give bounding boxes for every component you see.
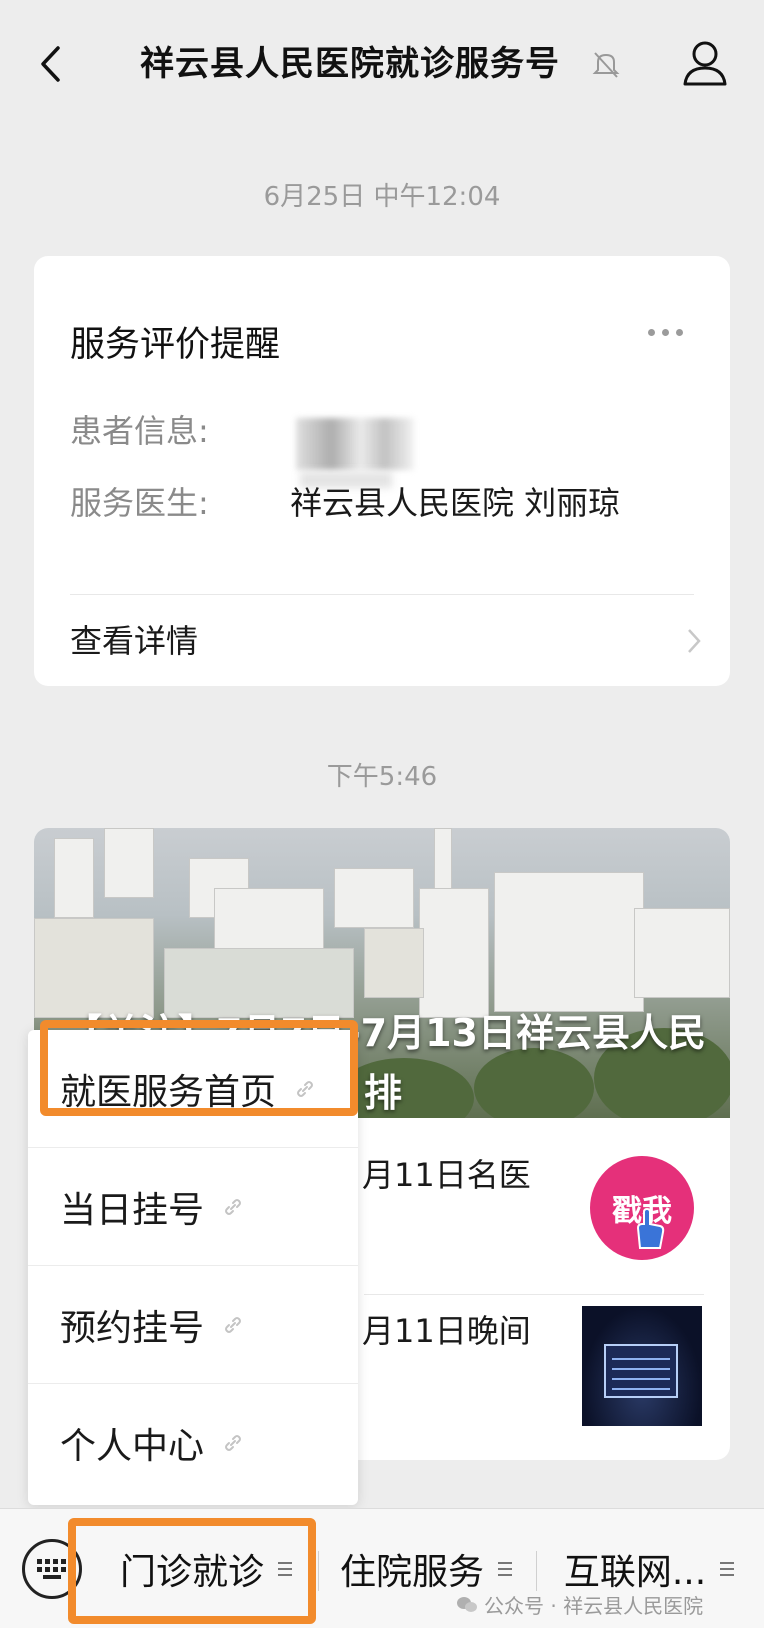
mute-bell-icon xyxy=(592,52,620,78)
menu-item-label: 个人中心 xyxy=(60,1426,205,1467)
dot-icon xyxy=(662,328,669,336)
blurred-patient-name xyxy=(296,418,414,470)
tab-label: 门诊就诊 xyxy=(119,1552,264,1593)
doctor-value: 祥云县人民医院 刘丽琼 xyxy=(290,484,621,522)
tab-label: 住院服务 xyxy=(339,1552,484,1593)
hand-pointer-icon xyxy=(636,1208,665,1249)
dot-icon xyxy=(676,328,683,336)
menu-item-appointment-registration[interactable]: 预约挂号 xyxy=(28,1266,358,1384)
card-title: 服务评价提醒 xyxy=(70,325,281,365)
dot-icon xyxy=(648,328,655,336)
article-item-2-title[interactable]: 月11日晚间 xyxy=(362,1306,531,1352)
watermark-text: 公众号 · 祥云县人民医院 xyxy=(484,1594,704,1618)
menu-item-label: 当日挂号 xyxy=(60,1189,205,1231)
divider xyxy=(364,1294,704,1295)
menu-item-medical-service-home[interactable]: 就医服务首页 xyxy=(28,1030,358,1148)
article-item-1-thumbnail[interactable]: 戳我 xyxy=(582,1148,702,1268)
message-timestamp: 下午5:46 xyxy=(326,762,438,792)
tab-label: 互联网... xyxy=(563,1552,707,1593)
article-item-2-thumbnail[interactable] xyxy=(582,1306,702,1426)
click-me-badge: 戳我 xyxy=(590,1156,694,1260)
service-evaluation-card[interactable]: 服务评价提醒 患者信息: 服务医生: 祥云县人民医院 刘丽琼 查看详情 xyxy=(34,256,730,686)
keyboard-icon xyxy=(37,1559,66,1579)
wechat-icon xyxy=(457,1596,477,1612)
menu-lines-icon xyxy=(498,1562,512,1576)
back-button[interactable] xyxy=(30,40,70,88)
article-item-1-title[interactable]: 月11日名医 xyxy=(362,1150,531,1196)
article-headline-continued: 排 xyxy=(364,1071,403,1115)
more-options-button[interactable] xyxy=(648,322,698,342)
submenu-popup: 就医服务首页 当日挂号 预约挂号 个人中心 xyxy=(28,1030,358,1505)
link-icon xyxy=(225,1198,242,1215)
menu-lines-icon xyxy=(720,1562,735,1576)
watermark: 公众号 · 祥云县人民医院 xyxy=(456,1590,703,1619)
divider xyxy=(70,594,694,595)
chat-header: 祥云县人民医院就诊服务号 xyxy=(0,0,764,128)
menu-item-label: 就医服务首页 xyxy=(60,1071,277,1113)
message-timestamp: 6月25日 中午12:04 xyxy=(263,182,501,212)
chevron-left-icon xyxy=(41,46,60,82)
patient-info-label: 患者信息: xyxy=(70,412,209,450)
menu-lines-icon xyxy=(278,1562,292,1576)
person-icon xyxy=(683,41,727,86)
keyboard-toggle-button[interactable] xyxy=(22,1539,82,1599)
doctor-label: 服务医生: xyxy=(70,484,209,522)
tab-separator xyxy=(318,1551,319,1591)
link-icon xyxy=(225,1316,242,1333)
menu-item-personal-center[interactable]: 个人中心 xyxy=(28,1384,358,1502)
profile-button[interactable] xyxy=(680,38,730,90)
view-details-link[interactable]: 查看详情 xyxy=(70,616,198,662)
link-icon xyxy=(225,1435,242,1451)
menu-item-label: 预约挂号 xyxy=(60,1307,205,1349)
link-icon xyxy=(297,1080,314,1097)
chevron-right-icon xyxy=(688,629,701,653)
tab-separator xyxy=(536,1551,537,1591)
menu-item-same-day-registration[interactable]: 当日挂号 xyxy=(28,1148,358,1266)
tab-outpatient[interactable]: 门诊就诊 xyxy=(100,1531,312,1607)
page-title: 祥云县人民医院就诊服务号 xyxy=(140,44,560,84)
